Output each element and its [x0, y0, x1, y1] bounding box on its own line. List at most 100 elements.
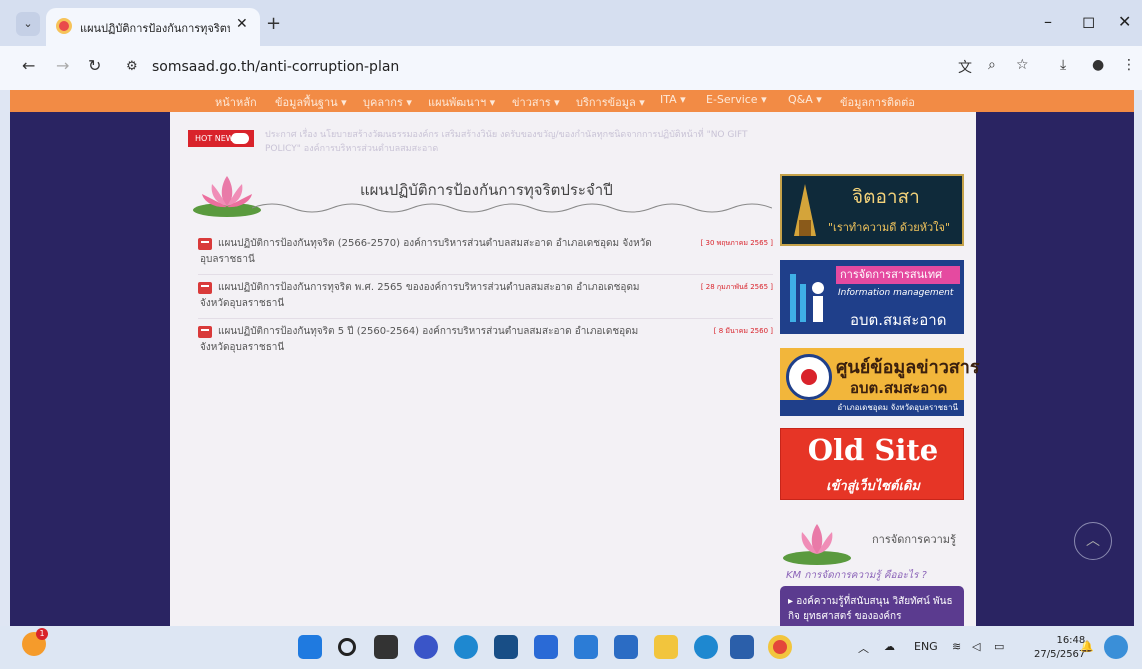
- document-title[interactable]: แผนปฏิบัติการป้องกันทุจริต 5 ปี (2560-25…: [200, 324, 670, 356]
- km-heading-label: การจัดการความรู้: [872, 533, 956, 546]
- divider: [198, 318, 773, 319]
- close-window-button[interactable]: ✕: [1118, 12, 1131, 31]
- page-title: แผนปฏิบัติการป้องกันการทุจริตประจำปี: [360, 181, 613, 199]
- app2-icon[interactable]: [694, 635, 718, 659]
- new-tab-button[interactable]: +: [266, 13, 281, 34]
- left-background: [10, 90, 170, 626]
- km-heading: การจัดการความรู้: [780, 516, 964, 568]
- download-icon[interactable]: ⤓: [1060, 57, 1066, 73]
- site-favicon-icon: [56, 18, 72, 34]
- document-date: [ 30 พฤษภาคม 2565 ]: [700, 239, 773, 247]
- bookmark-star-icon[interactable]: ☆: [1016, 57, 1029, 73]
- tab-strip: ⌄ แผนปฏิบัติการป้องกันการทุจริตประ ✕ + –…: [0, 0, 1142, 46]
- page-viewport: หน้าหลัก ข้อมูลพื้นฐาน ▾ บุคลากร ▾ แผนพั…: [10, 90, 1134, 626]
- clock-time: 16:48: [1056, 635, 1086, 646]
- nav-item-development-plan[interactable]: แผนพัฒนาฯ ▾: [428, 93, 495, 111]
- file-explorer-icon[interactable]: [654, 635, 678, 659]
- browser-toolbar: ← → ↻ ⚙ somsaad.go.th/anti-corruption-pl…: [0, 46, 1142, 90]
- system-clock[interactable]: 16:48 27/5/2567: [1034, 634, 1085, 662]
- hot-news-badge: HOT NEWS: [188, 130, 254, 147]
- forward-arrow-icon[interactable]: →: [56, 56, 69, 75]
- tray-app-icon[interactable]: ☁: [884, 640, 895, 653]
- nav-item-personnel[interactable]: บุคลากร ▾: [363, 93, 412, 111]
- scroll-to-top-button[interactable]: ︿: [1074, 522, 1112, 560]
- translate-icon[interactable]: 文: [958, 57, 972, 77]
- im-org: อบต.สมสะอาด: [850, 311, 947, 329]
- edge-icon[interactable]: [454, 635, 478, 659]
- hot-news-ticker[interactable]: ประกาศ เรื่อง นโยบายสร้างวัฒนธรรมองค์กร …: [265, 128, 775, 156]
- reload-icon[interactable]: ↻: [88, 56, 101, 75]
- profile-icon[interactable]: ●: [1092, 57, 1104, 73]
- nav-item-eservice[interactable]: E-Service ▾: [706, 93, 767, 106]
- old-site-title: Old Site: [807, 433, 939, 467]
- notification-bell-icon[interactable]: 🔔: [1080, 640, 1094, 653]
- document-title[interactable]: แผนปฏิบัติการป้องกันทุจริต (2566-2570) อ…: [200, 236, 670, 268]
- volunteer-banner[interactable]: จิตอาสา "เราทำความดี ด้วยหัวใจ": [780, 174, 964, 246]
- info-center-org: อบต.สมสะอาด: [850, 379, 948, 397]
- copilot-icon[interactable]: [1104, 635, 1128, 659]
- mail-icon[interactable]: [614, 635, 638, 659]
- url-text: somsaad.go.th/anti-corruption-plan: [152, 59, 400, 75]
- tab-search-button[interactable]: ⌄: [16, 12, 40, 36]
- back-arrow-icon[interactable]: ←: [22, 56, 35, 75]
- tab-title: แผนปฏิบัติการป้องกันการทุจริตประ: [80, 22, 230, 35]
- document-date: [ 8 มีนาคม 2560 ]: [713, 327, 773, 335]
- wifi-icon[interactable]: ≋: [952, 640, 961, 653]
- task-view-icon[interactable]: [374, 635, 398, 659]
- nav-item-qa[interactable]: Q&A ▾: [788, 93, 822, 106]
- search-icon[interactable]: [338, 638, 356, 656]
- nav-item-basic-info[interactable]: ข้อมูลพื้นฐาน ▾: [275, 93, 347, 111]
- nav-item-home[interactable]: หน้าหลัก: [215, 93, 257, 111]
- document-title[interactable]: แผนปฏิบัติการป้องกันการทุจริต พ.ศ. 2565 …: [200, 280, 670, 312]
- old-site-banner[interactable]: Old Site เข้าสู่เว็บไซต์เดิม: [780, 428, 964, 500]
- seal-icon: [786, 354, 832, 400]
- decorative-divider: [252, 203, 772, 213]
- document-item[interactable]: แผนปฏิบัติการป้องกันการทุจริต พ.ศ. 2565 …: [198, 280, 773, 320]
- nav-item-ita[interactable]: ITA ▾: [660, 93, 686, 106]
- km-item[interactable]: ▸ องค์ความรู้ที่สนับสนุน วิสัยทัศน์ พันธ…: [780, 586, 964, 626]
- app-icon[interactable]: [494, 635, 518, 659]
- language-indicator[interactable]: ENG: [914, 640, 938, 653]
- main-content: HOT NEWS ประกาศ เรื่อง นโยบายสร้างวัฒนธร…: [170, 112, 980, 626]
- nav-item-news[interactable]: ข่าวสาร ▾: [512, 93, 560, 111]
- nav-item-contact[interactable]: ข้อมูลการติดต่อ: [840, 93, 915, 111]
- km-subheading[interactable]: KM การจัดการความรู้ คืออะไร ?: [786, 568, 927, 583]
- info-center-location: อำเภอเดชอุดม จังหวัดอุบลราชธานี: [780, 400, 964, 416]
- section-heading: แผนปฏิบัติการป้องกันการทุจริตประจำปี: [190, 172, 772, 232]
- document-date: [ 28 กุมภาพันธ์ 2565 ]: [700, 283, 773, 291]
- volunteer-subtitle: "เราทำความดี ด้วยหัวใจ": [828, 221, 951, 234]
- site-info-icon[interactable]: ⚙: [126, 59, 138, 74]
- im-title: การจัดการสารสนเทศ: [836, 266, 960, 284]
- tray-chevron-icon[interactable]: ︿: [858, 640, 869, 656]
- address-bar[interactable]: ⚙ somsaad.go.th/anti-corruption-plan: [118, 53, 948, 83]
- dropbox-icon[interactable]: [574, 635, 598, 659]
- nav-item-info-service[interactable]: บริการข้อมูล ▾: [576, 93, 645, 111]
- tab-close-icon[interactable]: ✕: [236, 16, 248, 32]
- word-icon[interactable]: [730, 635, 754, 659]
- minimize-button[interactable]: –: [1044, 12, 1052, 31]
- browser-tab[interactable]: แผนปฏิบัติการป้องกันการทุจริตประ ✕: [46, 8, 260, 46]
- restore-button[interactable]: ◻: [1082, 12, 1095, 31]
- document-item[interactable]: แผนปฏิบัติการป้องกันทุจริต 5 ปี (2560-25…: [198, 324, 773, 364]
- document-item[interactable]: แผนปฏิบัติการป้องกันทุจริต (2566-2570) อ…: [198, 236, 773, 276]
- volunteer-title: จิตอาสา: [852, 186, 920, 208]
- im-subtitle: Information management: [838, 288, 954, 298]
- start-icon[interactable]: [298, 635, 322, 659]
- store-icon[interactable]: [534, 635, 558, 659]
- info-center-banner[interactable]: ศูนย์ข้อมูลข่าวสาร อบต.สมสะอาด อำเภอเดชอ…: [780, 348, 980, 416]
- shrine-icon: [794, 184, 816, 236]
- zoom-icon[interactable]: ⌕: [988, 57, 996, 73]
- menu-kebab-icon[interactable]: ⋮: [1122, 57, 1136, 73]
- clock-date: 27/5/2567: [1034, 649, 1086, 660]
- information-management-banner[interactable]: การจัดการสารสนเทศ Information management…: [780, 260, 964, 334]
- lotus-icon: [783, 524, 851, 565]
- volume-icon[interactable]: ◁: [972, 640, 980, 653]
- windows-taskbar: ︿ ☁ ENG ≋ ◁ ▭ 16:48 27/5/2567 🔔: [0, 626, 1142, 669]
- battery-icon[interactable]: ▭: [994, 640, 1004, 653]
- weather-widget-icon[interactable]: [22, 628, 48, 656]
- person-icon: [790, 274, 824, 322]
- divider: [198, 274, 773, 275]
- hot-news-controls-icon[interactable]: [231, 133, 249, 144]
- chat-icon[interactable]: [414, 635, 438, 659]
- chrome-icon[interactable]: [768, 635, 792, 659]
